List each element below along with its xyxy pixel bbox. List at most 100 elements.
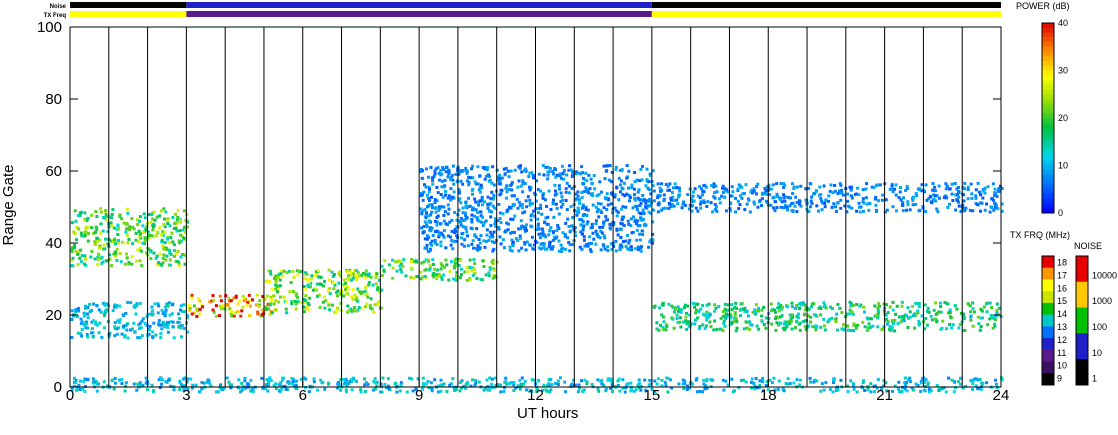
- echo-cell: [192, 304, 196, 308]
- echo-cell: [293, 299, 297, 303]
- echo-cell: [717, 197, 721, 201]
- echo-cell: [428, 219, 432, 223]
- echo-cell: [461, 168, 465, 172]
- echo-cell: [586, 208, 590, 212]
- echo-cell: [425, 193, 429, 197]
- echo-cell: [597, 215, 601, 219]
- echo-cell: [750, 323, 754, 327]
- echo-cell: [601, 225, 605, 229]
- echo-cell: [163, 230, 167, 234]
- echo-cell: [93, 240, 97, 244]
- echo-cell: [94, 210, 98, 214]
- echo-cell: [323, 387, 327, 391]
- echo-cell: [321, 284, 325, 288]
- echo-cell: [744, 183, 748, 187]
- echo-cell: [354, 309, 358, 313]
- echo-cell: [567, 191, 571, 195]
- echo-cell: [983, 191, 987, 195]
- echo-cell: [540, 232, 544, 236]
- echo-cell: [124, 230, 128, 234]
- echo-cell: [113, 238, 117, 242]
- echo-cell: [828, 189, 832, 193]
- echo-cell: [124, 262, 128, 266]
- echo-cell: [769, 187, 773, 191]
- echo-cell: [442, 213, 446, 217]
- echo-cell: [79, 317, 83, 321]
- echo-cell: [935, 311, 939, 315]
- echo-cell: [635, 238, 639, 242]
- echo-cell: [874, 203, 878, 207]
- echo-cell: [78, 256, 82, 260]
- echo-cell: [670, 316, 674, 320]
- echo-cell: [786, 382, 790, 386]
- echo-cell: [86, 231, 90, 235]
- echo-cell: [471, 239, 475, 243]
- echo-cell: [682, 387, 686, 391]
- echo-cell: [359, 390, 363, 394]
- echo-cell: [459, 258, 463, 262]
- echo-cell: [846, 390, 850, 394]
- echo-cell: [102, 380, 106, 384]
- echo-cell: [935, 207, 939, 211]
- echo-cell: [584, 189, 588, 193]
- echo-cell: [176, 249, 180, 253]
- echo-cell: [676, 202, 680, 206]
- echo-cell: [563, 247, 567, 251]
- echo-cell: [141, 317, 145, 321]
- echo-cell: [742, 307, 746, 311]
- freq-scale-cell: [1042, 302, 1054, 315]
- echo-cell: [511, 203, 515, 207]
- echo-cell: [938, 387, 942, 391]
- echo-cell: [995, 302, 999, 306]
- echo-cell: [116, 238, 120, 242]
- echo-cell: [738, 203, 742, 207]
- echo-cell: [775, 321, 779, 325]
- echo-cell: [369, 275, 373, 279]
- power-scale-cell: [1042, 151, 1054, 157]
- echo-cell: [498, 193, 502, 197]
- echo-cell: [878, 183, 882, 187]
- echo-cell: [175, 221, 179, 225]
- echo-cell: [614, 165, 618, 169]
- y-tick-label: 20: [45, 307, 62, 324]
- echo-cell: [608, 222, 612, 226]
- echo-cell: [512, 389, 516, 393]
- echo-cell: [126, 336, 130, 340]
- echo-cell: [274, 287, 278, 291]
- echo-cell: [955, 187, 959, 191]
- echo-cell: [187, 304, 191, 308]
- echo-cell: [528, 198, 532, 202]
- echo-cell: [436, 268, 440, 272]
- echo-cell: [467, 175, 471, 179]
- echo-cell: [911, 304, 915, 308]
- echo-cell: [439, 222, 443, 226]
- echo-cell: [652, 189, 656, 193]
- echo-cell: [364, 381, 368, 385]
- echo-cell: [428, 187, 432, 191]
- echo-cell: [94, 230, 98, 234]
- echo-cell: [278, 284, 282, 288]
- echo-cell: [430, 239, 434, 243]
- echo-cell: [211, 308, 215, 312]
- echo-cell: [351, 288, 355, 292]
- echo-cell: [609, 377, 613, 381]
- echo-cell: [279, 381, 283, 385]
- echo-cell: [446, 203, 450, 207]
- echo-cell: [773, 308, 777, 312]
- echo-cell: [264, 307, 268, 311]
- echo-cell: [485, 228, 489, 232]
- echo-cell: [639, 249, 643, 253]
- echo-cell: [823, 328, 827, 332]
- echo-cell: [761, 376, 765, 380]
- echo-cell: [670, 191, 674, 195]
- echo-cell: [693, 305, 697, 309]
- echo-cell: [486, 195, 490, 199]
- echo-cell: [897, 196, 901, 200]
- echo-cell: [993, 201, 997, 205]
- echo-cell: [125, 207, 129, 211]
- echo-cell: [123, 334, 127, 338]
- echo-cell: [100, 335, 104, 339]
- echo-cell: [742, 378, 746, 382]
- echo-cell: [803, 303, 807, 307]
- echo-cell: [934, 301, 938, 305]
